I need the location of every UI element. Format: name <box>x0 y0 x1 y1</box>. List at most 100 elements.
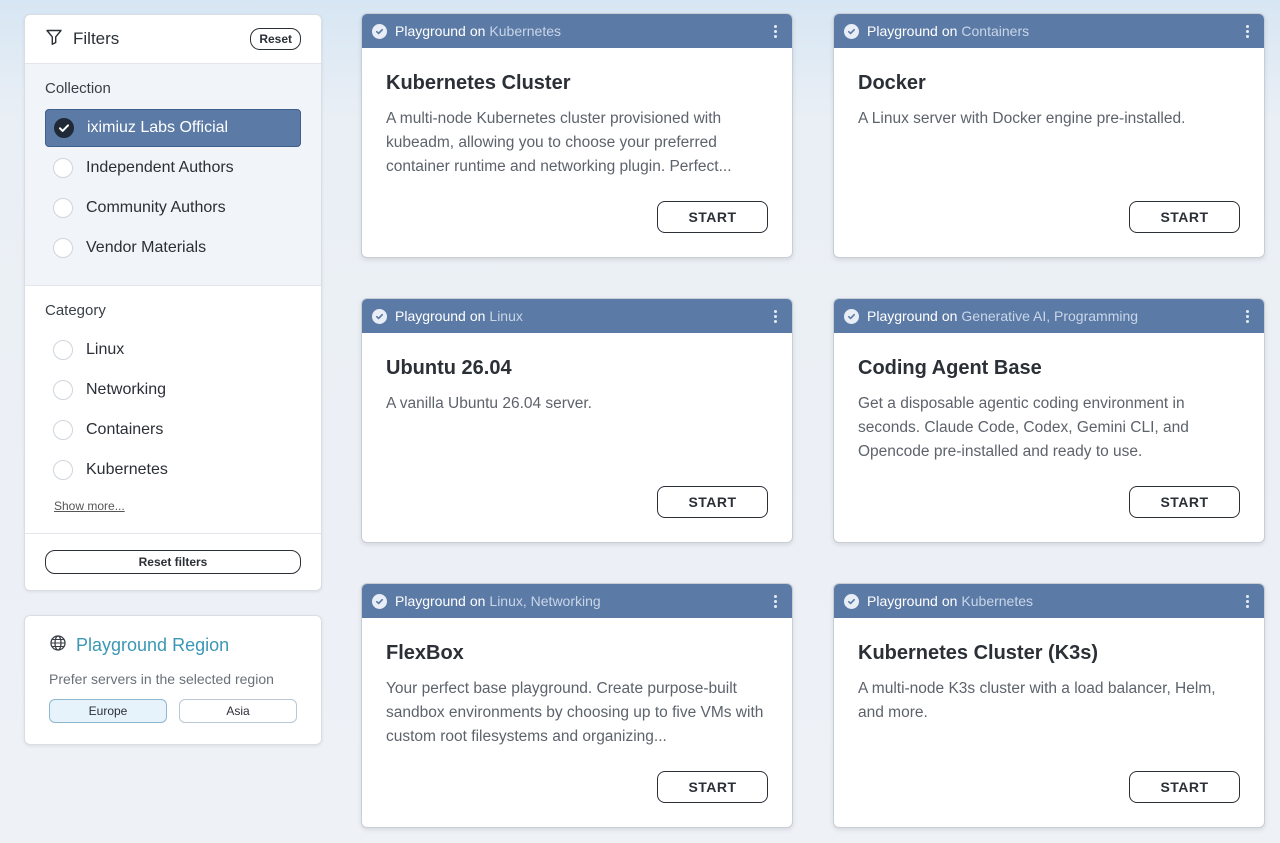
card-body: Kubernetes Cluster (K3s) A multi-node K3… <box>834 618 1264 725</box>
playground-card-ubuntu[interactable]: Playground on Linux Ubuntu 26.04 A vanil… <box>361 298 793 543</box>
collection-option-vendor-materials[interactable]: Vendor Materials <box>45 229 301 267</box>
option-label: iximiuz Labs Official <box>87 119 229 136</box>
start-button[interactable]: START <box>657 486 768 518</box>
card-type: Playground <box>867 23 938 39</box>
card-type: Playground <box>395 23 466 39</box>
option-label: Networking <box>86 381 167 398</box>
card-categories: Linux, Networking <box>489 593 601 609</box>
card-header: Playground on Kubernetes <box>834 584 1264 618</box>
card-title: FlexBox <box>386 642 464 664</box>
region-panel: Playground Region Prefer servers in the … <box>24 615 322 745</box>
option-label: Linux <box>86 341 125 358</box>
checkbox[interactable] <box>54 118 74 138</box>
card-categories: Linux <box>489 308 523 324</box>
option-label: Kubernetes <box>86 461 168 478</box>
filters-title: Filters <box>73 29 120 48</box>
collection-option-iximiuz-official[interactable]: iximiuz Labs Official <box>45 109 301 147</box>
reset-filters-button[interactable]: Reset filters <box>45 550 301 574</box>
verified-icon <box>844 308 859 324</box>
start-button[interactable]: START <box>657 201 768 233</box>
category-title: Category <box>45 302 106 319</box>
region-asia-button[interactable]: Asia <box>179 699 297 723</box>
region-description: Prefer servers in the selected region <box>49 671 274 687</box>
card-on: on <box>941 23 958 39</box>
category-option-containers[interactable]: Containers <box>45 411 301 449</box>
collection-section: Collection iximiuz Labs Official Indepen… <box>25 64 321 286</box>
option-label: Independent Authors <box>86 159 234 176</box>
verified-icon <box>372 308 387 324</box>
collection-option-independent-authors[interactable]: Independent Authors <box>45 149 301 187</box>
collection-option-community-authors[interactable]: Community Authors <box>45 189 301 227</box>
playground-card-kubernetes-cluster[interactable]: Playground on Kubernetes Kubernetes Clus… <box>361 13 793 258</box>
card-on: on <box>941 308 958 324</box>
reset-button[interactable]: Reset <box>250 28 301 50</box>
reset-filters-area: Reset filters <box>25 534 321 590</box>
start-button[interactable]: START <box>1129 771 1240 803</box>
show-more-link[interactable]: Show more... <box>54 499 125 513</box>
collection-title: Collection <box>45 80 111 97</box>
more-options-icon[interactable] <box>1240 24 1254 38</box>
card-body: FlexBox Your perfect base playground. Cr… <box>362 618 792 749</box>
more-options-icon[interactable] <box>768 24 782 38</box>
start-button[interactable]: START <box>657 771 768 803</box>
category-option-linux[interactable]: Linux <box>45 331 301 369</box>
checkbox[interactable] <box>53 340 73 360</box>
playground-card-k3s[interactable]: Playground on Kubernetes Kubernetes Clus… <box>833 583 1265 828</box>
more-options-icon[interactable] <box>768 594 782 608</box>
card-categories: Containers <box>961 23 1030 39</box>
card-header: Playground on Generative AI, Programming <box>834 299 1264 333</box>
category-option-networking[interactable]: Networking <box>45 371 301 409</box>
card-title: Docker <box>858 72 926 94</box>
option-label: Containers <box>86 421 164 438</box>
playground-card-flexbox[interactable]: Playground on Linux, Networking FlexBox … <box>361 583 793 828</box>
card-description: A multi-node K3s cluster with a load bal… <box>858 680 1216 721</box>
card-title: Kubernetes Cluster (K3s) <box>858 642 1099 664</box>
check-icon <box>59 124 69 132</box>
card-type: Playground <box>395 593 466 609</box>
card-title: Ubuntu 26.04 <box>386 357 512 379</box>
card-description: A multi-node Kubernetes cluster provisio… <box>386 110 732 175</box>
card-header: Playground on Kubernetes <box>362 14 792 48</box>
region-europe-button[interactable]: Europe <box>49 699 167 723</box>
more-options-icon[interactable] <box>1240 309 1254 323</box>
card-description: A vanilla Ubuntu 26.04 server. <box>386 395 592 412</box>
card-description: Your perfect base playground. Create pur… <box>386 680 764 745</box>
card-on: on <box>469 593 486 609</box>
card-body: Kubernetes Cluster A multi-node Kubernet… <box>362 48 792 179</box>
region-title: Playground Region <box>76 635 230 655</box>
more-options-icon[interactable] <box>768 309 782 323</box>
verified-icon <box>372 593 387 609</box>
region-options: Europe Asia <box>49 699 297 723</box>
start-button[interactable]: START <box>1129 201 1240 233</box>
card-title: Kubernetes Cluster <box>386 72 571 94</box>
verified-icon <box>844 23 859 39</box>
filter-icon <box>45 28 63 51</box>
card-body: Docker A Linux server with Docker engine… <box>834 48 1264 131</box>
card-on: on <box>469 308 486 324</box>
card-header: Playground on Linux, Networking <box>362 584 792 618</box>
more-options-icon[interactable] <box>1240 594 1254 608</box>
playground-card-docker[interactable]: Playground on Containers Docker A Linux … <box>833 13 1265 258</box>
card-categories: Generative AI, Programming <box>961 308 1139 324</box>
card-title: Coding Agent Base <box>858 357 1042 379</box>
card-header: Playground on Containers <box>834 14 1264 48</box>
checkbox[interactable] <box>53 380 73 400</box>
checkbox[interactable] <box>53 198 73 218</box>
verified-icon <box>844 593 859 609</box>
card-body: Coding Agent Base Get a disposable agent… <box>834 333 1264 464</box>
checkbox[interactable] <box>53 420 73 440</box>
category-option-kubernetes[interactable]: Kubernetes <box>45 451 301 489</box>
region-header: Playground Region <box>49 634 297 657</box>
checkbox[interactable] <box>53 158 73 178</box>
option-label: Vendor Materials <box>86 239 207 256</box>
option-label: Community Authors <box>86 199 226 216</box>
card-type: Playground <box>867 308 938 324</box>
playground-card-coding-agent-base[interactable]: Playground on Generative AI, Programming… <box>833 298 1265 543</box>
checkbox[interactable] <box>53 460 73 480</box>
card-categories: Kubernetes <box>961 593 1034 609</box>
card-description: Get a disposable agentic coding environm… <box>858 395 1189 460</box>
checkbox[interactable] <box>53 238 73 258</box>
filters-panel: Filters Reset Collection iximiuz Labs Of… <box>24 14 322 591</box>
start-button[interactable]: START <box>1129 486 1240 518</box>
card-body: Ubuntu 26.04 A vanilla Ubuntu 26.04 serv… <box>362 333 792 416</box>
